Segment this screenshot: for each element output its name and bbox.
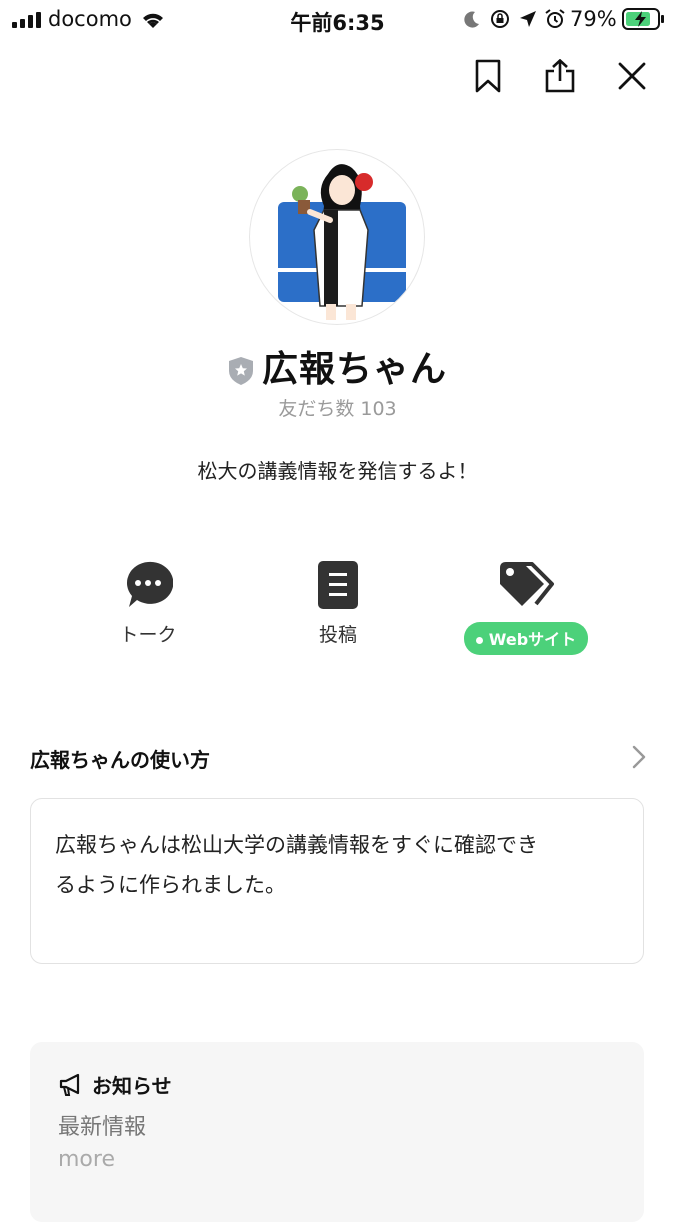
badge-dot <box>475 637 483 644</box>
share-button[interactable] <box>540 56 580 96</box>
talk-label: トーク <box>119 624 177 646</box>
location-arrow-icon <box>520 11 536 27</box>
website-label: Webサイト <box>488 630 577 649</box>
howto-description: 広報ちゃんは松山大学の講義情報をすぐに確認でき るように作られました。 <box>55 825 619 905</box>
friend-count: 友だち数 103 <box>278 398 397 420</box>
profile-illustration <box>278 164 406 320</box>
post-label: 投稿 <box>318 624 357 646</box>
profile-name: 広報ちゃん <box>0 340 675 392</box>
howto-title: 広報ちゃんの使い方 <box>30 748 210 772</box>
howto-more-button[interactable] <box>628 744 650 770</box>
notice-subtitle: 最新情報 <box>58 1115 147 1140</box>
website-badge: Webサイト <box>463 622 589 655</box>
chat-bubble-icon <box>126 561 174 607</box>
megaphone-icon <box>59 1073 80 1096</box>
notice-card[interactable]: お知らせ 最新情報 more <box>30 1042 644 1222</box>
battery-percent: 79% <box>570 7 617 31</box>
chevron-right-icon <box>632 745 646 769</box>
rotation-lock-icon <box>491 10 509 28</box>
verified-shield-icon <box>228 357 253 385</box>
talk-button[interactable]: トーク <box>78 560 218 647</box>
bookmark-icon <box>475 59 501 93</box>
howto-card: 広報ちゃんは松山大学の講義情報をすぐに確認でき るように作られました。 <box>30 798 644 964</box>
howto-line-1: 広報ちゃんは松山大学の講義情報をすぐに確認でき <box>55 833 538 857</box>
tag-icon <box>500 562 554 606</box>
share-icon <box>545 59 575 93</box>
bookmark-button[interactable] <box>468 56 508 96</box>
status-bar: docomo 午前6:35 79% <box>0 0 675 40</box>
close-icon <box>618 62 646 90</box>
post-button[interactable]: 投稿 <box>268 560 408 647</box>
battery-charging-icon <box>622 8 664 30</box>
howto-line-2: るように作られました。 <box>55 873 286 897</box>
moon-icon <box>464 11 479 28</box>
close-button[interactable] <box>612 56 652 96</box>
notice-title: お知らせ <box>92 1074 172 1098</box>
post-document-icon <box>318 561 358 609</box>
website-button[interactable]: Webサイト <box>456 560 596 655</box>
profile-name-text: 広報ちゃん <box>261 349 447 390</box>
notice-header: お知らせ <box>58 1070 616 1099</box>
notice-more-link[interactable]: more <box>58 1147 616 1172</box>
alarm-icon <box>545 9 565 28</box>
avatar[interactable] <box>250 150 424 324</box>
status-message: 松大の講義情報を発信するよ！ <box>197 459 478 483</box>
